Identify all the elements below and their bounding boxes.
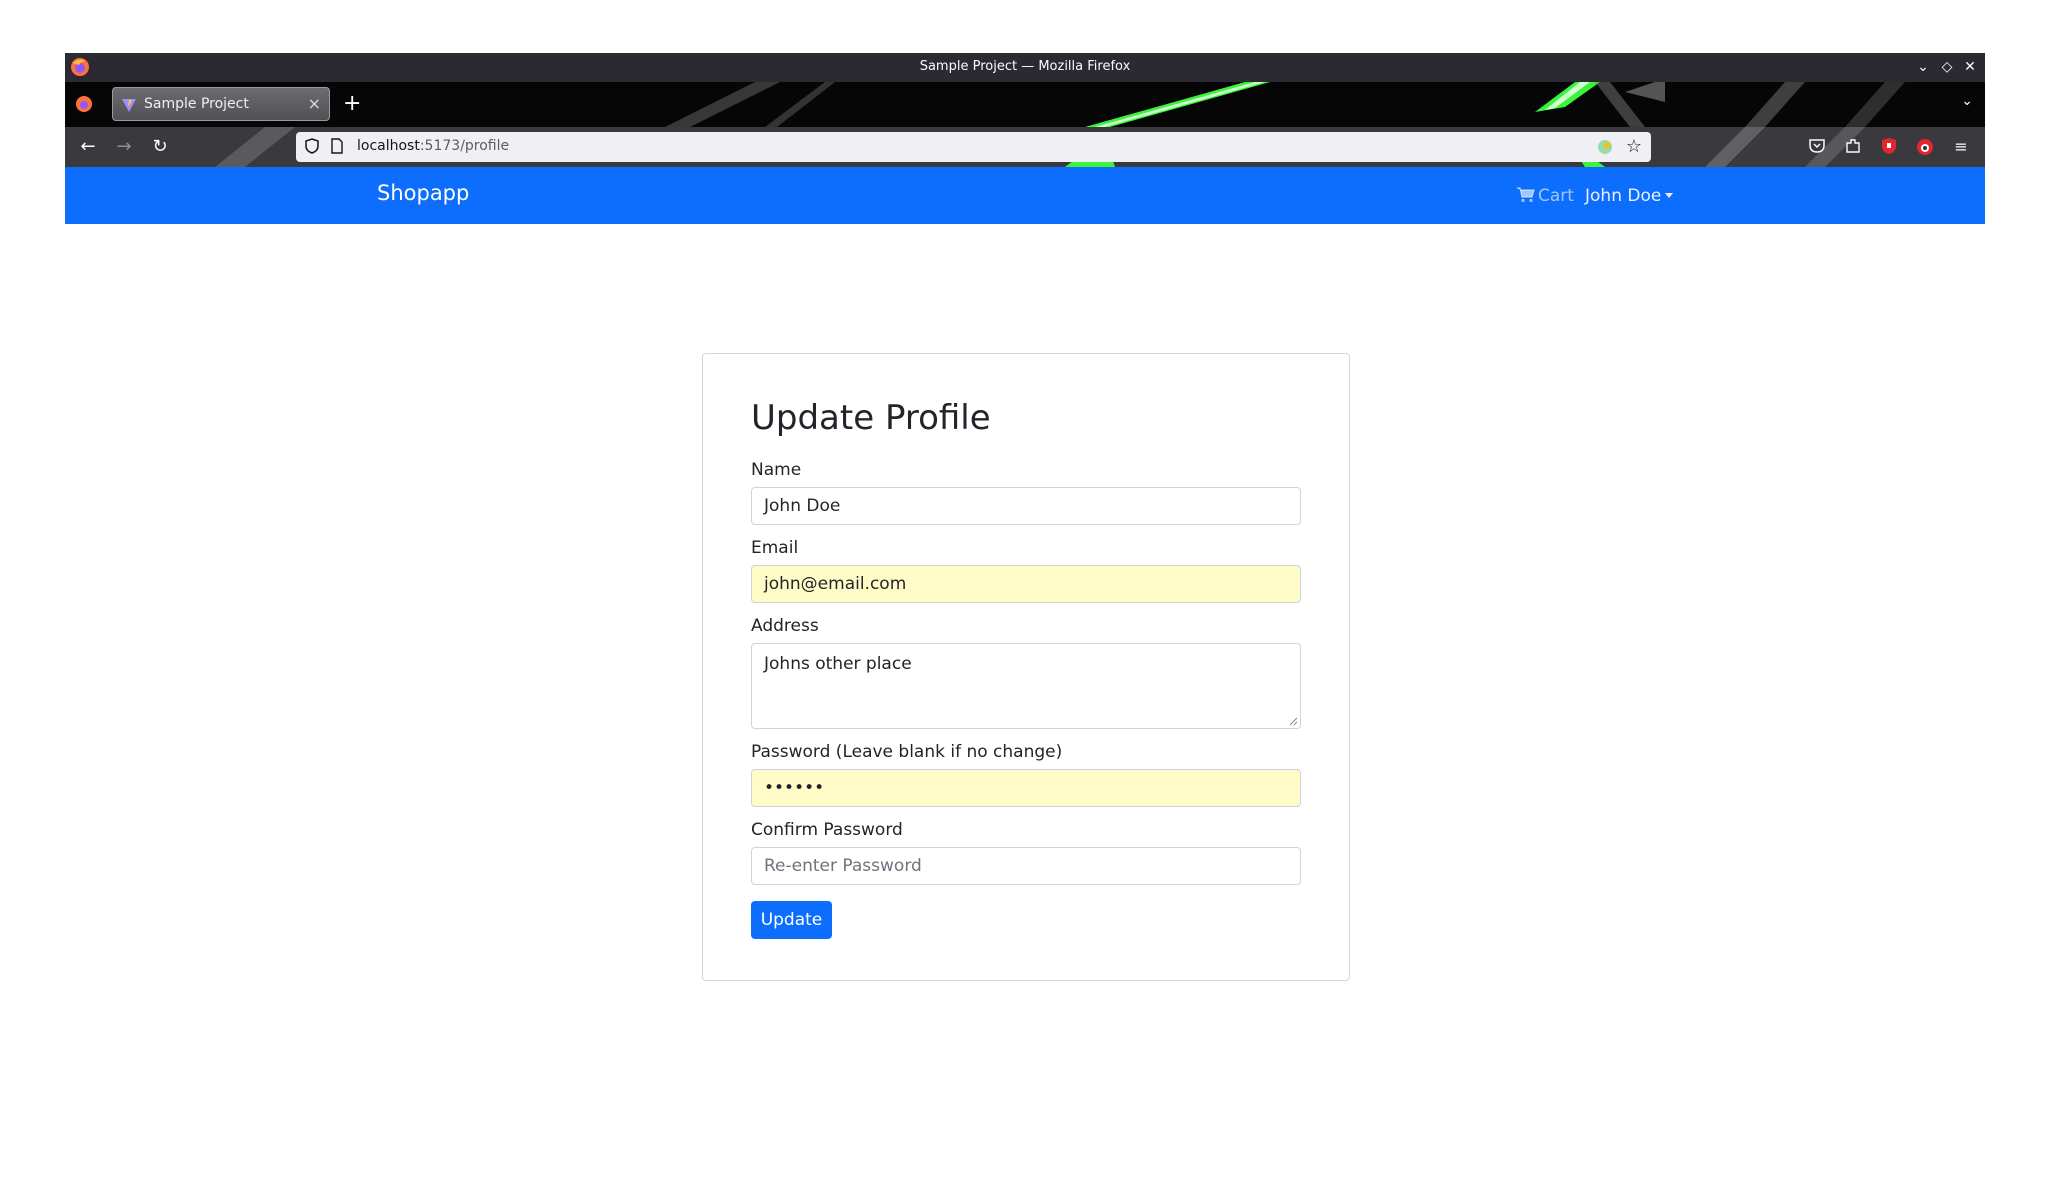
resize-handle-icon[interactable] [1289, 717, 1298, 726]
vite-favicon-icon [122, 99, 136, 112]
tab-strip: Sample Project × + ⌄ [65, 82, 1985, 127]
password-input[interactable]: •••••• [751, 769, 1301, 807]
firefox-view-icon[interactable] [75, 95, 93, 113]
url-host: localhost [357, 138, 420, 154]
navigation-bar: ← → ↻ localhost:5173/profile ☆ ≡ [65, 127, 1985, 167]
page-info-icon[interactable] [330, 138, 344, 154]
window-title: Sample Project — Mozilla Firefox [919, 59, 1131, 74]
app-navbar: Shopapp Cart John Doe [65, 167, 1985, 224]
tracking-protection-shield-icon[interactable] [304, 138, 320, 154]
confirm-password-input[interactable]: Re-enter Password [751, 847, 1301, 885]
url-bar[interactable]: localhost:5173/profile ☆ [296, 132, 1651, 162]
reload-icon[interactable]: ↻ [149, 136, 171, 158]
url-text[interactable]: localhost:5173/profile [357, 138, 509, 154]
cart-label: Cart [1538, 186, 1574, 206]
ublock-svg [1882, 138, 1896, 154]
close-tab-icon[interactable]: × [308, 94, 321, 113]
forward-icon[interactable]: → [113, 136, 135, 158]
title-bar: Sample Project — Mozilla Firefox ⌄ ◇ ✕ [65, 53, 1985, 82]
name-label: Name [751, 460, 802, 480]
close-window-icon[interactable]: ✕ [1961, 58, 1979, 76]
list-all-tabs-icon[interactable]: ⌄ [1961, 93, 1973, 109]
update-profile-card: Update Profile Name John Doe Email john@… [702, 353, 1350, 981]
puzzle-svg [1846, 139, 1860, 153]
pocket-svg [1809, 139, 1825, 153]
name-input[interactable]: John Doe [751, 487, 1301, 525]
page-title: Update Profile [751, 398, 991, 438]
pocket-icon[interactable] [1807, 137, 1827, 157]
privacy-badger-icon[interactable] [1915, 137, 1935, 157]
minimize-icon[interactable]: ⌄ [1914, 58, 1932, 76]
back-icon[interactable]: ← [77, 136, 99, 158]
brand-link[interactable]: Shopapp [377, 181, 469, 205]
password-label: Password (Leave blank if no change) [751, 742, 1063, 762]
user-dropdown[interactable]: John Doe [1585, 186, 1674, 206]
tab-sample-project[interactable]: Sample Project × [112, 87, 330, 121]
bookmark-star-icon[interactable]: ☆ [1626, 136, 1642, 157]
confirm-password-label: Confirm Password [751, 820, 903, 840]
extensions-puzzle-icon[interactable] [1843, 137, 1863, 157]
new-tab-icon[interactable]: + [343, 91, 361, 116]
user-name-label: John Doe [1585, 186, 1662, 206]
tab-label: Sample Project [144, 96, 249, 112]
dropdown-caret-icon [1665, 193, 1674, 198]
address-label: Address [751, 616, 819, 636]
extension-page-icon[interactable] [1596, 138, 1614, 156]
browser-window: Sample Project — Mozilla Firefox ⌄ ◇ ✕ S… [65, 53, 1985, 1179]
badger-svg [1917, 139, 1933, 155]
update-button[interactable]: Update [751, 901, 832, 939]
url-path: :5173/profile [419, 138, 510, 154]
ublock-icon[interactable] [1879, 137, 1899, 157]
email-label: Email [751, 538, 799, 558]
address-textarea[interactable]: Johns other place [751, 643, 1301, 729]
app-menu-icon[interactable]: ≡ [1951, 137, 1971, 157]
email-input[interactable]: john@email.com [751, 565, 1301, 603]
cart-icon [1517, 187, 1535, 203]
cart-link[interactable]: Cart [1517, 186, 1574, 206]
address-value: Johns other place [764, 654, 912, 674]
maximize-icon[interactable]: ◇ [1938, 58, 1956, 76]
